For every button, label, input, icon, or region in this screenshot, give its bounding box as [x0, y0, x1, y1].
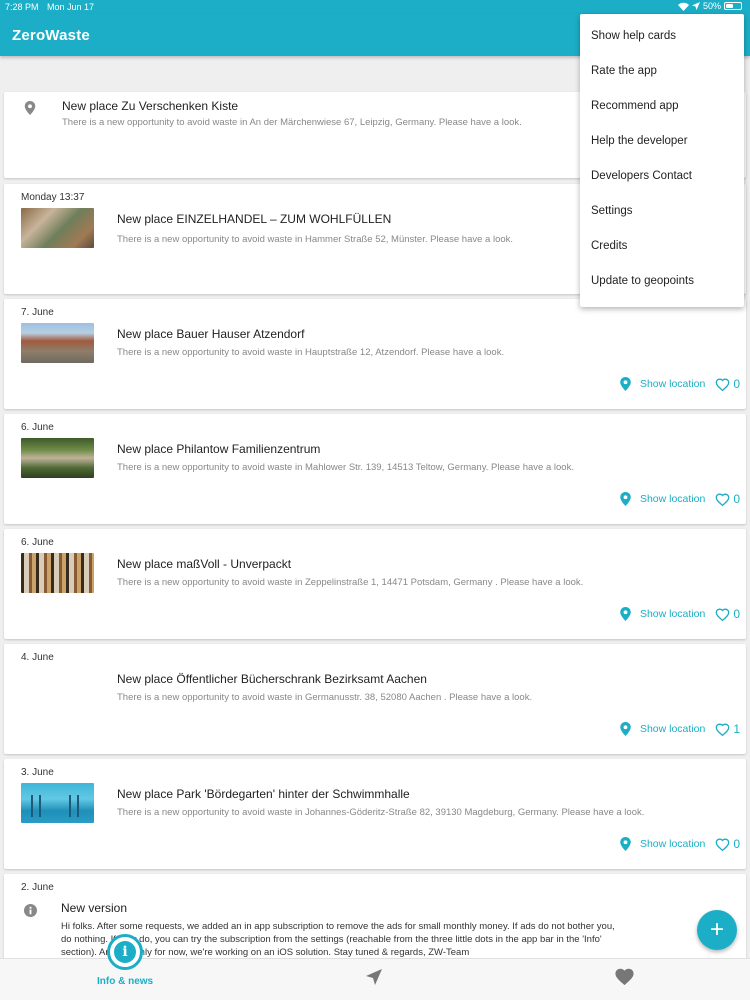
card-date: 4. June	[21, 652, 54, 663]
show-location-label: Show location	[639, 723, 706, 735]
menu-item-help-developer[interactable]: Help the developer	[591, 135, 688, 147]
place-thumbnail	[21, 553, 94, 593]
card-description: There is a new opportunity to avoid wast…	[117, 807, 645, 818]
thumbnail-detail	[31, 795, 41, 817]
card-actions: Show location 0	[620, 606, 740, 622]
show-location-button[interactable]: Show location	[620, 607, 705, 621]
location-pin-icon	[620, 607, 631, 621]
card-title: New place Bauer Hauser Atzendorf	[117, 327, 305, 341]
show-location-label: Show location	[639, 608, 706, 620]
card-title: New place Zu Verschenken Kiste	[62, 99, 239, 113]
card-description: There is a new opportunity to avoid wast…	[62, 117, 522, 128]
status-bar: 7:28 PM Mon Jun 17 50%	[0, 0, 750, 14]
news-body-line-1: Hi folks. After some requests, we added …	[61, 921, 615, 932]
nav-info-label: Info & news	[97, 976, 154, 987]
card-date: Monday 13:37	[21, 192, 85, 203]
news-body-line-2: do nothing. If they do, you can try the …	[61, 934, 602, 945]
info-icon: i	[114, 941, 136, 963]
card-actions: Show location 0	[620, 491, 740, 507]
card-actions: Show location 1	[620, 721, 740, 737]
card-date: 7. June	[21, 307, 54, 318]
like-button[interactable]: 0	[715, 607, 740, 621]
card-title: New place Park 'Bördegarten' hinter der …	[117, 787, 410, 801]
status-date: Mon Jun 17	[47, 2, 95, 12]
wifi-icon	[677, 2, 689, 11]
heart-outline-icon	[715, 723, 730, 736]
feed-card[interactable]: 6. June New place maßVoll - Unverpackt T…	[4, 529, 746, 639]
show-location-label: Show location	[639, 493, 706, 505]
card-title: New place Öffentlicher Bücherschrank Bez…	[117, 672, 427, 686]
like-button[interactable]: 1	[715, 722, 740, 736]
menu-item-show-help-cards[interactable]: Show help cards	[591, 30, 676, 42]
like-button[interactable]: 0	[715, 377, 740, 391]
card-description: There is a new opportunity to avoid wast…	[117, 692, 533, 703]
card-description: There is a new opportunity to avoid wast…	[117, 462, 574, 473]
location-pin-icon	[24, 101, 36, 115]
battery-icon	[724, 2, 742, 10]
card-date: 3. June	[21, 767, 54, 778]
menu-item-credits[interactable]: Credits	[591, 240, 627, 252]
card-date: 2. June	[21, 882, 54, 893]
like-button[interactable]: 0	[715, 492, 740, 506]
menu-item-rate-app[interactable]: Rate the app	[591, 65, 657, 77]
show-location-button[interactable]: Show location	[620, 492, 705, 506]
card-title: New place Philantow Familienzentrum	[117, 442, 321, 456]
navigation-arrow-icon[interactable]	[365, 968, 383, 986]
card-date: 6. June	[21, 537, 54, 548]
feed-card[interactable]: 7. June New place Bauer Hauser Atzendorf…	[4, 299, 746, 409]
feed-card[interactable]: 3. June New place Park 'Bördegarten' hin…	[4, 759, 746, 869]
like-count: 0	[733, 837, 740, 851]
location-arrow-icon	[691, 2, 700, 10]
thumbnail-detail	[69, 795, 79, 817]
heart-outline-icon	[715, 378, 730, 391]
card-title: New place EINZELHANDEL – ZUM WOHLFÜLLEN	[117, 212, 392, 226]
heart-outline-icon	[715, 493, 730, 506]
heart-outline-icon	[715, 838, 730, 851]
menu-item-recommend-app[interactable]: Recommend app	[591, 100, 679, 112]
like-button[interactable]: 0	[715, 837, 740, 851]
like-count: 0	[733, 607, 740, 621]
add-button[interactable]: +	[697, 910, 737, 950]
card-description: There is a new opportunity to avoid wast…	[117, 234, 514, 245]
show-location-label: Show location	[639, 838, 706, 850]
menu-item-developers-contact[interactable]: Developers Contact	[591, 170, 692, 182]
menu-item-update-geopoints[interactable]: Update to geopoints	[591, 275, 694, 287]
show-location-button[interactable]: Show location	[620, 837, 705, 851]
feed-card[interactable]: 4. June New place Öffentlicher Büchersch…	[4, 644, 746, 754]
nav-info-tab[interactable]: i	[107, 934, 143, 970]
overflow-menu: Show help cards Rate the app Recommend a…	[580, 14, 744, 307]
place-thumbnail	[21, 208, 94, 248]
heart-outline-icon	[715, 608, 730, 621]
status-time: 7:28 PM	[5, 2, 39, 12]
info-icon	[24, 904, 37, 917]
card-actions: Show location 0	[620, 376, 740, 392]
card-description: There is a new opportunity to avoid wast…	[117, 347, 505, 358]
location-pin-icon	[620, 492, 631, 506]
location-pin-icon	[620, 377, 631, 391]
card-date: 6. June	[21, 422, 54, 433]
news-title: New version	[61, 901, 128, 915]
heart-filled-icon[interactable]	[614, 967, 635, 986]
card-title: New place maßVoll - Unverpackt	[117, 557, 292, 571]
location-pin-icon	[620, 837, 631, 851]
place-thumbnail	[21, 438, 94, 478]
app-title: ZeroWaste	[12, 27, 90, 44]
battery-percent: 50%	[702, 1, 721, 11]
menu-item-settings[interactable]: Settings	[591, 205, 633, 217]
card-description: There is a new opportunity to avoid wast…	[117, 577, 584, 588]
show-location-button[interactable]: Show location	[620, 377, 705, 391]
place-thumbnail	[21, 323, 94, 363]
feed-card[interactable]: 6. June New place Philantow Familienzent…	[4, 414, 746, 524]
place-thumbnail	[21, 783, 94, 823]
show-location-button[interactable]: Show location	[620, 722, 705, 736]
like-count: 0	[733, 377, 740, 391]
location-pin-icon	[620, 722, 631, 736]
status-right: 50%	[677, 1, 742, 11]
battery-fill	[726, 4, 733, 8]
like-count: 1	[733, 722, 740, 736]
card-actions: Show location 0	[620, 836, 740, 852]
show-location-label: Show location	[639, 378, 706, 390]
like-count: 0	[733, 492, 740, 506]
